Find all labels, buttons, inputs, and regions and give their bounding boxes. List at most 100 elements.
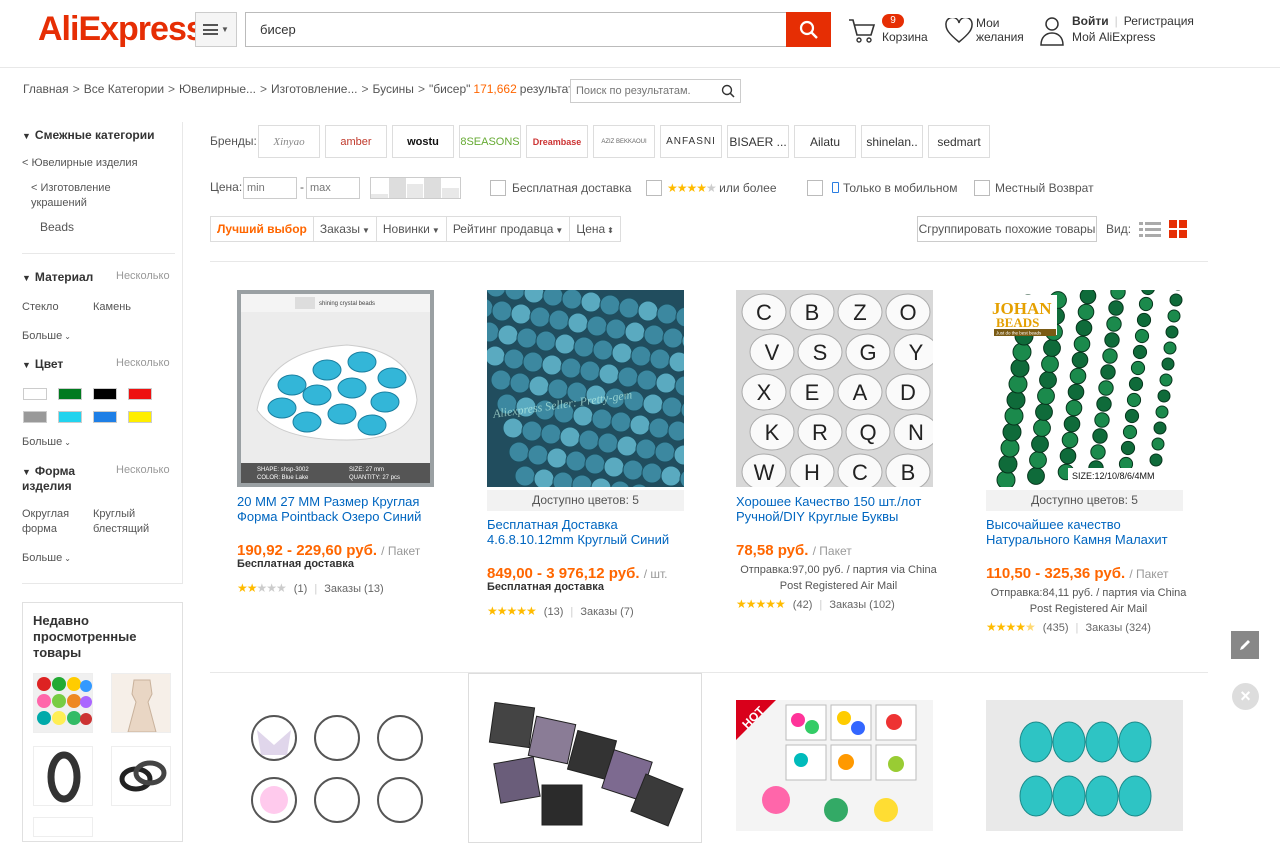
product-image[interactable]	[237, 700, 434, 831]
product-card[interactable]: C B Z O V S G Y X E A D K R Q N W H C B Хорошее Качество 15…	[736, 290, 956, 620]
brand-filter-8[interactable]: BISAER ...	[727, 125, 789, 158]
category-link-beads[interactable]: Beads	[40, 220, 74, 235]
color-swatch[interactable]	[93, 388, 117, 400]
price-histogram[interactable]	[370, 177, 461, 199]
product-image[interactable]: HOT	[736, 700, 933, 831]
my-account-link[interactable]: Мой AliExpress	[1072, 30, 1156, 44]
search-button[interactable]	[786, 12, 831, 47]
product-card[interactable]: shining crystal beads SHAPE: shsp-3002 C…	[237, 290, 457, 610]
product-image[interactable]: Aliexpress Seller: Pretty-gem	[487, 290, 684, 487]
product-image[interactable]: shining crystal beads SHAPE: shsp-3002 C…	[237, 290, 434, 487]
divider	[22, 253, 175, 254]
color-multi-select[interactable]: Несколько	[116, 357, 170, 369]
orders-link[interactable]: Заказы (7)	[580, 606, 633, 618]
recent-item-thumbnail[interactable]	[111, 746, 171, 806]
color-more-link[interactable]: Больше ⌄	[22, 435, 71, 450]
search-within-results-input[interactable]	[570, 79, 741, 103]
material-multi-select[interactable]: Несколько	[116, 270, 170, 282]
orders-link[interactable]: Заказы (102)	[829, 599, 895, 611]
product-image[interactable]	[986, 700, 1183, 831]
grid-view-icon[interactable]	[1169, 220, 1187, 238]
color-swatch[interactable]	[128, 411, 152, 423]
recent-item-thumbnail[interactable]	[111, 673, 171, 733]
aliexpress-logo[interactable]: AliExpress™	[38, 10, 213, 49]
product-card[interactable]: JOHAN BEADS Just do the best beads SIZE:…	[986, 290, 1206, 640]
color-swatch[interactable]	[23, 388, 47, 400]
product-image[interactable]: JOHAN BEADS Just do the best beads SIZE:…	[986, 290, 1183, 487]
material-option-glass[interactable]: Стекло	[22, 300, 59, 315]
recent-item-thumbnail[interactable]	[33, 817, 93, 837]
wishlist-label-1: Мои	[976, 16, 1000, 30]
color-swatch[interactable]	[58, 388, 82, 400]
category-link-jewelry[interactable]: < Ювелирные изделия	[22, 156, 172, 171]
price-max-input[interactable]	[306, 177, 360, 199]
sort-seller-rating[interactable]: Рейтинг продавца ▼	[447, 217, 571, 241]
shape-option-round-shiny[interactable]: Круглый блестящий	[93, 507, 163, 537]
close-button[interactable]: ×	[1232, 683, 1259, 710]
brand-filter-10[interactable]: shinelan..	[861, 125, 923, 158]
wishlist-link[interactable]: Мои желания	[945, 14, 1030, 48]
brand-filter-3[interactable]: wostu	[392, 125, 454, 158]
brand-filter-6[interactable]: AZIZ BEKKAOUI	[593, 125, 655, 158]
color-swatch[interactable]	[93, 411, 117, 423]
orders-link[interactable]: Заказы (13)	[324, 583, 383, 595]
related-categories-heading[interactable]: ▼ Смежные категории	[22, 128, 154, 142]
colors-available: Доступно цветов: 5	[487, 490, 684, 511]
brand-filter-2[interactable]: amber	[325, 125, 387, 158]
color-swatch[interactable]	[128, 388, 152, 400]
product-card[interactable]: Aliexpress Seller: Pretty-gem Доступно ц…	[487, 290, 707, 630]
recent-item-thumbnail[interactable]	[33, 746, 93, 806]
product-image[interactable]: C B Z O V S G Y X E A D K R Q N W H C B	[736, 290, 933, 487]
sort-orders[interactable]: Заказы ▼	[314, 217, 377, 241]
breadcrumb-beads[interactable]: Бусины	[373, 82, 414, 96]
breadcrumb-home[interactable]: Главная	[23, 82, 69, 96]
shape-heading[interactable]: ▼ Форма изделия	[22, 464, 92, 493]
color-heading[interactable]: ▼ Цвет	[22, 357, 63, 371]
brand-filter-9[interactable]: Ailatu	[794, 125, 856, 158]
register-link[interactable]: Регистрация	[1124, 14, 1194, 28]
rating-filter-checkbox[interactable]	[646, 180, 662, 196]
feedback-button[interactable]	[1231, 631, 1259, 659]
orders-link[interactable]: Заказы (324)	[1085, 622, 1151, 634]
caret-down-icon: ▼	[22, 273, 31, 283]
material-heading[interactable]: ▼ Материал	[22, 270, 93, 284]
list-view-icon[interactable]	[1139, 221, 1161, 237]
group-similar-button[interactable]: Сгруппировать похожие товары	[917, 216, 1097, 242]
dress-image	[112, 674, 170, 732]
product-title[interactable]: Высочайшее качество Натурального Камня М…	[986, 517, 1186, 547]
categories-menu-button[interactable]: ▼	[195, 12, 237, 47]
material-more-link[interactable]: Больше ⌄	[22, 329, 71, 344]
search-input[interactable]	[245, 12, 787, 47]
material-option-stone[interactable]: Камень	[93, 300, 131, 315]
search-icon[interactable]	[721, 84, 735, 98]
brand-filter-1[interactable]: Xinyao	[258, 125, 320, 158]
local-return-checkbox[interactable]	[974, 180, 990, 196]
product-title[interactable]: Хорошее Качество 150 шт./лот Ручной/DIY …	[736, 494, 936, 524]
brand-filter-4[interactable]: 8SEASONS	[459, 125, 521, 158]
breadcrumb-all-categories[interactable]: Все Категории	[84, 82, 164, 96]
breadcrumb-jewelry[interactable]: Ювелирные...	[179, 82, 256, 96]
brand-filter-7[interactable]: ANFASNI	[660, 125, 722, 158]
mobile-only-checkbox[interactable]	[807, 180, 823, 196]
category-link-jewelry-making[interactable]: < Изготовление украшений	[31, 181, 151, 211]
product-image[interactable]	[487, 700, 684, 831]
sort-newest[interactable]: Новинки ▼	[377, 217, 447, 241]
shape-more-link[interactable]: Больше ⌄	[22, 551, 71, 566]
signin-link[interactable]: Войти	[1072, 14, 1109, 28]
chevron-down-icon: ⌄	[64, 554, 71, 563]
shape-multi-select[interactable]: Несколько	[116, 464, 170, 476]
sort-price[interactable]: Цена ⬍	[570, 217, 620, 241]
brand-filter-11[interactable]: sedmart	[928, 125, 990, 158]
product-title[interactable]: Бесплатная Доставка 4.6.8.10.12mm Круглы…	[487, 517, 687, 547]
brand-filter-5[interactable]: Dreambase	[526, 125, 588, 158]
color-swatch[interactable]	[58, 411, 82, 423]
free-shipping-checkbox[interactable]	[490, 180, 506, 196]
sort-best-match[interactable]: Лучший выбор	[211, 217, 314, 241]
color-swatch[interactable]	[23, 411, 47, 423]
shape-option-round[interactable]: Округлая форма	[22, 507, 82, 537]
cart-link[interactable]: 9 Корзина	[848, 14, 938, 48]
recent-item-thumbnail[interactable]	[33, 673, 93, 733]
product-title[interactable]: 20 ММ 27 ММ Размер Круглая Форма Pointba…	[237, 494, 437, 524]
breadcrumb-making[interactable]: Изготовление...	[271, 82, 357, 96]
price-min-input[interactable]	[243, 177, 297, 199]
